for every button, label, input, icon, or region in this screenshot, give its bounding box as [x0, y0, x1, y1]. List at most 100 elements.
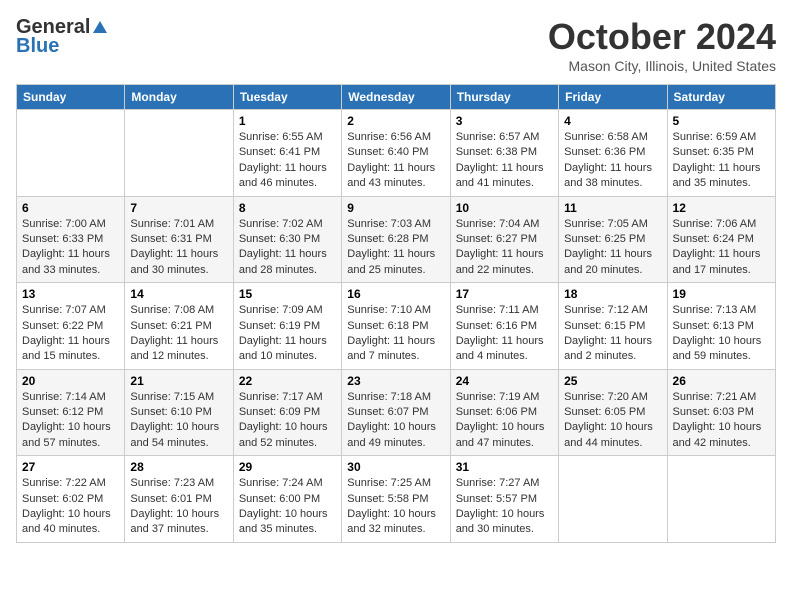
day-info: Sunset: 6:06 PM: [456, 405, 553, 420]
day-info: Sunset: 6:33 PM: [22, 232, 119, 247]
col-wednesday: Wednesday: [342, 85, 450, 110]
day-info: Sunset: 6:28 PM: [347, 232, 444, 247]
day-info: Sunrise: 7:00 AM: [22, 217, 119, 232]
day-info: Sunrise: 6:58 AM: [564, 130, 661, 145]
day-info: Sunset: 5:58 PM: [347, 492, 444, 507]
calendar-cell: 10Sunrise: 7:04 AMSunset: 6:27 PMDayligh…: [450, 196, 558, 283]
day-info: Daylight: 11 hours and 25 minutes.: [347, 247, 444, 278]
day-number: 28: [130, 460, 227, 474]
day-info: Sunset: 6:31 PM: [130, 232, 227, 247]
calendar-cell: 3Sunrise: 6:57 AMSunset: 6:38 PMDaylight…: [450, 110, 558, 197]
day-info: Sunrise: 7:05 AM: [564, 217, 661, 232]
calendar-header-row: Sunday Monday Tuesday Wednesday Thursday…: [17, 85, 776, 110]
day-info: Sunrise: 7:09 AM: [239, 303, 336, 318]
calendar-week-row: 13Sunrise: 7:07 AMSunset: 6:22 PMDayligh…: [17, 283, 776, 370]
day-number: 2: [347, 114, 444, 128]
calendar-week-row: 20Sunrise: 7:14 AMSunset: 6:12 PMDayligh…: [17, 369, 776, 456]
calendar-cell: 14Sunrise: 7:08 AMSunset: 6:21 PMDayligh…: [125, 283, 233, 370]
day-info: Sunset: 6:40 PM: [347, 145, 444, 160]
calendar-cell: 19Sunrise: 7:13 AMSunset: 6:13 PMDayligh…: [667, 283, 775, 370]
day-info: Sunset: 6:38 PM: [456, 145, 553, 160]
day-info: Sunrise: 7:08 AM: [130, 303, 227, 318]
day-info: Sunset: 6:18 PM: [347, 319, 444, 334]
day-info: Sunrise: 7:14 AM: [22, 390, 119, 405]
calendar-cell: 24Sunrise: 7:19 AMSunset: 6:06 PMDayligh…: [450, 369, 558, 456]
day-number: 23: [347, 374, 444, 388]
month-title: October 2024: [548, 16, 776, 58]
day-number: 29: [239, 460, 336, 474]
logo: General Blue: [16, 16, 110, 58]
day-info: Sunset: 6:03 PM: [673, 405, 770, 420]
day-info: Sunset: 6:25 PM: [564, 232, 661, 247]
day-info: Daylight: 11 hours and 22 minutes.: [456, 247, 553, 278]
calendar-cell: 4Sunrise: 6:58 AMSunset: 6:36 PMDaylight…: [559, 110, 667, 197]
day-info: Daylight: 10 hours and 44 minutes.: [564, 420, 661, 451]
day-info: Daylight: 11 hours and 41 minutes.: [456, 161, 553, 192]
day-number: 1: [239, 114, 336, 128]
day-number: 30: [347, 460, 444, 474]
day-number: 22: [239, 374, 336, 388]
day-info: Sunrise: 7:03 AM: [347, 217, 444, 232]
location-subtitle: Mason City, Illinois, United States: [548, 58, 776, 74]
calendar-week-row: 27Sunrise: 7:22 AMSunset: 6:02 PMDayligh…: [17, 456, 776, 543]
day-info: Daylight: 11 hours and 10 minutes.: [239, 334, 336, 365]
day-info: Sunrise: 7:10 AM: [347, 303, 444, 318]
col-friday: Friday: [559, 85, 667, 110]
day-number: 26: [673, 374, 770, 388]
day-info: Sunrise: 7:17 AM: [239, 390, 336, 405]
day-number: 13: [22, 287, 119, 301]
day-info: Sunset: 6:36 PM: [564, 145, 661, 160]
calendar-cell: 30 Sunrise: 7:25 AMSunset: 5:58 PMDayligh…: [342, 456, 450, 543]
day-info: Sunrise: 7:12 AM: [564, 303, 661, 318]
day-info: Daylight: 10 hours and 54 minutes.: [130, 420, 227, 451]
col-monday: Monday: [125, 85, 233, 110]
day-info: Sunset: 6:12 PM: [22, 405, 119, 420]
day-info: Daylight: 11 hours and 7 minutes.: [347, 334, 444, 365]
calendar-cell: 18Sunrise: 7:12 AMSunset: 6:15 PMDayligh…: [559, 283, 667, 370]
day-info: Sunset: 6:30 PM: [239, 232, 336, 247]
calendar-cell: [559, 456, 667, 543]
day-info: Sunrise: 7:07 AM: [22, 303, 119, 318]
day-info: Daylight: 10 hours and 57 minutes.: [22, 420, 119, 451]
day-info: Sunrise: 6:56 AM: [347, 130, 444, 145]
day-number: 24: [456, 374, 553, 388]
day-info: Sunrise: 6:59 AM: [673, 130, 770, 145]
calendar-cell: 25Sunrise: 7:20 AMSunset: 6:05 PMDayligh…: [559, 369, 667, 456]
day-info: Daylight: 11 hours and 35 minutes.: [673, 161, 770, 192]
day-info: Daylight: 10 hours and 42 minutes.: [673, 420, 770, 451]
calendar-week-row: 1Sunrise: 6:55 AMSunset: 6:41 PMDaylight…: [17, 110, 776, 197]
day-info: Sunrise: 6:55 AM: [239, 130, 336, 145]
day-info: Daylight: 11 hours and 33 minutes.: [22, 247, 119, 278]
calendar-cell: [667, 456, 775, 543]
day-info: Sunset: 6:24 PM: [673, 232, 770, 247]
day-info: Daylight: 11 hours and 38 minutes.: [564, 161, 661, 192]
calendar-cell: 22Sunrise: 7:17 AMSunset: 6:09 PMDayligh…: [233, 369, 341, 456]
day-info: Sunset: 6:10 PM: [130, 405, 227, 420]
day-info: Sunset: 6:02 PM: [22, 492, 119, 507]
day-info: Daylight: 11 hours and 17 minutes.: [673, 247, 770, 278]
day-info: Daylight: 10 hours and 59 minutes.: [673, 334, 770, 365]
day-info: Daylight: 11 hours and 46 minutes.: [239, 161, 336, 192]
day-info: Sunset: 6:35 PM: [673, 145, 770, 160]
day-info: Sunrise: 7:25 AM: [347, 476, 444, 491]
day-info: Sunrise: 7:01 AM: [130, 217, 227, 232]
day-info: Daylight: 10 hours and 32 minutes.: [347, 507, 444, 538]
day-number: 18: [564, 287, 661, 301]
day-info: Daylight: 10 hours and 40 minutes.: [22, 507, 119, 538]
day-info: Sunrise: 7:13 AM: [673, 303, 770, 318]
day-info: Daylight: 10 hours and 35 minutes.: [239, 507, 336, 538]
day-info: Sunrise: 7:21 AM: [673, 390, 770, 405]
calendar-cell: 12Sunrise: 7:06 AMSunset: 6:24 PMDayligh…: [667, 196, 775, 283]
col-saturday: Saturday: [667, 85, 775, 110]
day-info: Daylight: 11 hours and 15 minutes.: [22, 334, 119, 365]
day-number: 25: [564, 374, 661, 388]
day-number: 12: [673, 201, 770, 215]
title-area: October 2024 Mason City, Illinois, Unite…: [548, 16, 776, 74]
page-header: General Blue October 2024 Mason City, Il…: [16, 16, 776, 74]
day-info: Daylight: 10 hours and 30 minutes.: [456, 507, 553, 538]
calendar-cell: 6Sunrise: 7:00 AMSunset: 6:33 PMDaylight…: [17, 196, 125, 283]
calendar-cell: 23Sunrise: 7:18 AMSunset: 6:07 PMDayligh…: [342, 369, 450, 456]
day-number: 27: [22, 460, 119, 474]
day-info: Daylight: 10 hours and 49 minutes.: [347, 420, 444, 451]
day-info: Sunset: 6:22 PM: [22, 319, 119, 334]
